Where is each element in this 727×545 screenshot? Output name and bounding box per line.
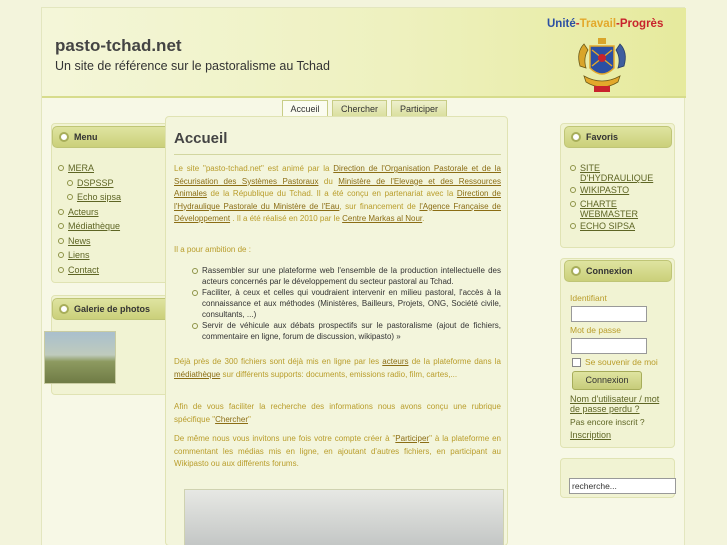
motto-unite: Unité — [547, 18, 576, 30]
text: Déjà près de 300 fichiers sont déjà mis … — [174, 357, 383, 366]
ambition-item: Servir de véhicule aux débats prospectif… — [192, 320, 501, 342]
text: Le site "pasto-tchad.net" est animé par … — [174, 164, 334, 173]
search-input[interactable] — [569, 478, 676, 494]
link-mediatheque[interactable]: médiathèque — [174, 370, 220, 379]
text: . — [422, 214, 425, 223]
bullet-icon — [59, 304, 69, 314]
chercher-paragraph: Afin de vous faciliter la recherche des … — [174, 401, 501, 426]
ambition-intro: Il a pour ambition de : — [174, 245, 251, 254]
favoris-link[interactable]: WIKIPASTO — [580, 185, 629, 195]
menu-item-dspssp[interactable]: DSPSSP — [67, 176, 121, 191]
menu-link[interactable]: DSPSSP — [77, 178, 114, 188]
menu-item-acteurs[interactable]: Acteurs — [58, 205, 121, 220]
menu-item-news[interactable]: News — [58, 234, 121, 249]
menu-list: MERA DSPSSP Echo sipsa Acteurs Médiathèq… — [58, 161, 121, 277]
text: " — [248, 414, 251, 424]
text: De même nous vous invitons une fois votr… — [174, 434, 396, 443]
menu-item-echo-sipsa[interactable]: Echo sipsa — [67, 190, 121, 205]
username-field[interactable] — [571, 306, 647, 322]
menu-link[interactable]: Acteurs — [68, 207, 99, 217]
content-image — [184, 489, 504, 545]
text: de la plateforme dans la — [408, 357, 501, 366]
motto-travail: Travail — [579, 18, 617, 30]
menu-link[interactable]: Echo sipsa — [77, 192, 121, 202]
bullet-icon — [571, 132, 581, 142]
menu-link[interactable]: Médiathèque — [68, 221, 120, 231]
login-title-text: Connexion — [586, 266, 633, 276]
menu-title-text: Menu — [74, 132, 98, 142]
password-field[interactable] — [571, 338, 647, 354]
text: , sur financement de — [339, 201, 420, 211]
favoris-title: Favoris — [564, 126, 672, 148]
link-participer[interactable]: Participer — [395, 434, 429, 443]
mediatheque-paragraph: Déjà près de 300 fichiers sont déjà mis … — [174, 356, 501, 381]
favoris-link[interactable]: SITE D'HYDRAULIQUE — [580, 163, 653, 183]
participer-paragraph: De même nous vous invitons une fois votr… — [174, 433, 501, 471]
menu-link[interactable]: News — [68, 236, 91, 246]
text: sur différents supports: documents, emis… — [220, 369, 458, 379]
forgot-password-link[interactable]: Nom d'utilisateur / mot de passe perdu ? — [570, 394, 670, 414]
favoris-item-charte[interactable]: CHARTE WEBMASTER — [570, 197, 670, 219]
intro-paragraph: Le site "pasto-tchad.net" est animé par … — [174, 163, 501, 226]
remember-checkbox[interactable] — [572, 358, 581, 367]
remember-label: Se souvenir de moi — [585, 357, 658, 367]
menu-item-contact[interactable]: Contact — [58, 263, 121, 278]
favoris-link[interactable]: CHARTE WEBMASTER — [580, 199, 638, 219]
menu-link[interactable]: Liens — [68, 250, 90, 260]
favoris-item-hydraulique[interactable]: SITE D'HYDRAULIQUE — [570, 161, 670, 183]
site-header: pasto-tchad.net Un site de référence sur… — [42, 8, 686, 98]
bullet-icon — [59, 132, 69, 142]
link-chercher[interactable]: Chercher — [215, 415, 248, 424]
password-label: Mot de passe — [570, 325, 622, 335]
page-title: Accueil — [174, 125, 501, 155]
coat-of-arms-icon — [578, 38, 626, 92]
site-title[interactable]: pasto-tchad.net — [55, 36, 182, 56]
menu-item-mediatheque[interactable]: Médiathèque — [58, 219, 121, 234]
favoris-link[interactable]: ECHO SIPSA — [580, 221, 635, 231]
login-button[interactable]: Connexion — [572, 371, 642, 390]
not-registered-text: Pas encore inscrit ? — [570, 417, 645, 427]
menu-item-mera[interactable]: MERA — [58, 161, 121, 176]
text: . Il a été réalisé en 2010 par le — [230, 214, 343, 223]
national-motto: Unité-Travail-Progrès — [547, 18, 663, 30]
login-title: Connexion — [564, 260, 672, 282]
motto-progres: Progrès — [619, 18, 664, 30]
menu-link[interactable]: Contact — [68, 265, 99, 275]
username-label: Identifiant — [570, 293, 607, 303]
favoris-item-echo-sipsa[interactable]: ECHO SIPSA — [570, 219, 670, 233]
text: du — [318, 176, 339, 186]
ambition-list: Rassembler sur une plateforme web l'ense… — [192, 265, 501, 342]
bullet-icon — [571, 266, 581, 276]
main-content: Accueil Le site "pasto-tchad.net" est an… — [165, 116, 508, 545]
link-acteurs[interactable]: acteurs — [382, 357, 408, 366]
link-markas-al-nour[interactable]: Centre Markas al Nour — [342, 214, 422, 223]
menu-item-liens[interactable]: Liens — [58, 248, 121, 263]
favoris-item-wikipasto[interactable]: WIKIPASTO — [570, 183, 670, 197]
favoris-title-text: Favoris — [586, 132, 619, 142]
gallery-photo[interactable] — [44, 331, 116, 384]
register-link[interactable]: Inscription — [570, 430, 611, 440]
site-slogan: Un site de référence sur le pastoralisme… — [55, 59, 330, 73]
ambition-item: Faciliter, à ceux et celles qui voudraie… — [192, 287, 501, 320]
ambition-item: Rassembler sur une plateforme web l'ense… — [192, 265, 501, 287]
gallery-title-text: Galerie de photos — [74, 304, 151, 314]
favoris-list: SITE D'HYDRAULIQUE WIKIPASTO CHARTE WEBM… — [570, 161, 670, 233]
menu-link[interactable]: MERA — [68, 163, 94, 173]
text: de la République du Tchad. Il a été conç… — [206, 189, 457, 198]
